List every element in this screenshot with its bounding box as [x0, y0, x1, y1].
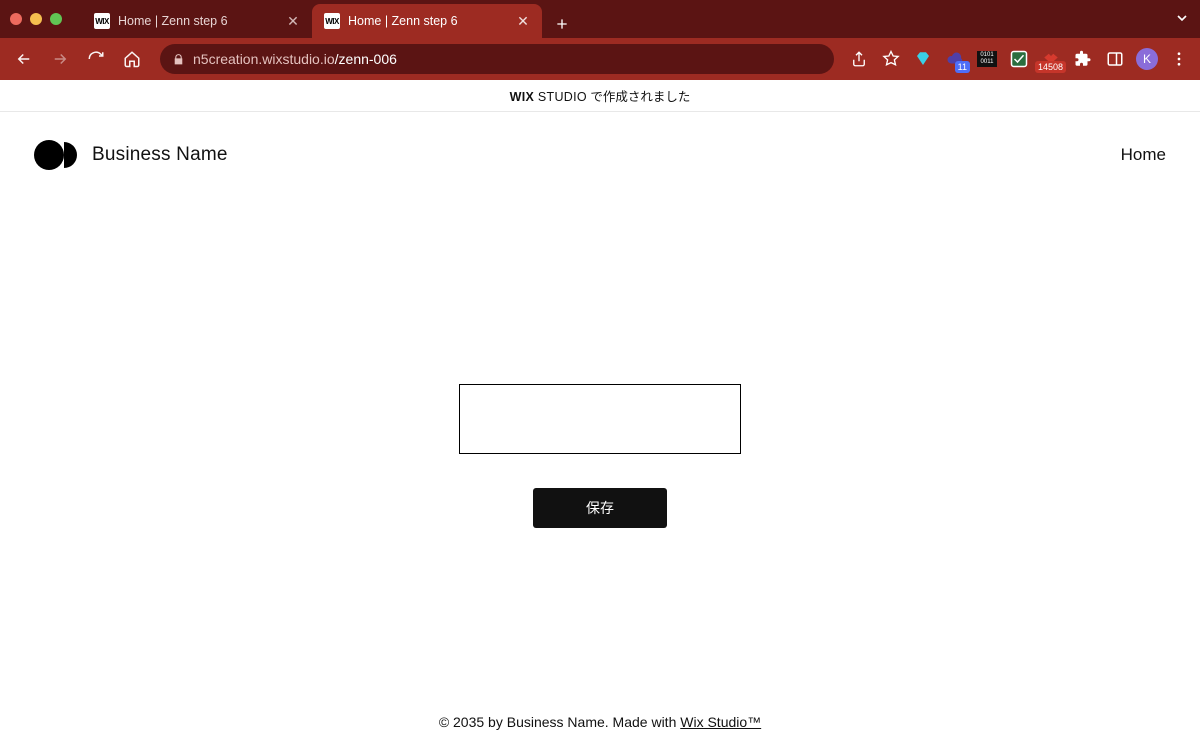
nav-home-link[interactable]: Home: [1121, 145, 1166, 165]
lock-icon: [172, 53, 185, 66]
tab-title: Home | Zenn step 6: [118, 14, 278, 28]
toolbar-right: 11 01010011 14508 K: [848, 48, 1190, 70]
wix-studio-link[interactable]: Wix Studio™: [680, 714, 761, 730]
logo-icon: [34, 140, 78, 170]
window-zoom-icon[interactable]: [50, 13, 62, 25]
sidepanel-icon[interactable]: [1104, 48, 1126, 70]
tab-title: Home | Zenn step 6: [348, 14, 508, 28]
extension-badge: 14508: [1035, 61, 1066, 73]
wix-favicon-icon: WIX: [94, 13, 110, 29]
bookmark-star-icon[interactable]: [880, 48, 902, 70]
home-button[interactable]: [118, 45, 146, 73]
back-button[interactable]: [10, 45, 38, 73]
brand-studio: STUDIO: [534, 90, 587, 104]
kebab-menu-icon[interactable]: [1168, 48, 1190, 70]
window-controls: [10, 13, 62, 25]
tab-active[interactable]: WIX Home | Zenn step 6 ✕: [312, 4, 542, 38]
diamond-extension-icon[interactable]: [912, 48, 934, 70]
checkmark-extension-icon[interactable]: [1008, 48, 1030, 70]
footer-text: © 2035 by Business Name. Made with: [439, 714, 680, 730]
tab-inactive[interactable]: WIX Home | Zenn step 6 ✕: [82, 4, 312, 38]
browser-tab-strip: WIX Home | Zenn step 6 ✕ WIX Home | Zenn…: [0, 0, 1200, 38]
profile-avatar[interactable]: K: [1136, 48, 1158, 70]
binary-box: 01010011: [977, 51, 997, 67]
main-content: 保存: [0, 198, 1200, 714]
reload-button[interactable]: [82, 45, 110, 73]
address-bar[interactable]: n5creation.wixstudio.io/zenn-006: [160, 44, 834, 74]
binary-extension-icon[interactable]: 01010011: [976, 48, 998, 70]
logo-area[interactable]: Business Name: [34, 140, 228, 170]
extension-badge: 11: [955, 61, 970, 73]
forward-button[interactable]: [46, 45, 74, 73]
url-path: /zenn-006: [335, 51, 397, 67]
window-close-icon[interactable]: [10, 13, 22, 25]
banner-text: WIX STUDIO で作成されました: [510, 86, 691, 105]
brand-wix: WIX: [510, 90, 535, 104]
text-input[interactable]: [459, 384, 741, 454]
tabs-container: WIX Home | Zenn step 6 ✕ WIX Home | Zenn…: [82, 0, 576, 38]
share-icon[interactable]: [848, 48, 870, 70]
wix-favicon-icon: WIX: [324, 13, 340, 29]
business-name: Business Name: [92, 144, 228, 166]
cloud-extension-icon[interactable]: 11: [944, 48, 966, 70]
browser-toolbar: n5creation.wixstudio.io/zenn-006 11 0101…: [0, 38, 1200, 80]
close-icon[interactable]: ✕: [516, 14, 530, 28]
wix-studio-banner: WIX STUDIO で作成されました: [0, 80, 1200, 112]
site-header: Business Name Home: [0, 112, 1200, 198]
site-footer: © 2035 by Business Name. Made with Wix S…: [0, 714, 1200, 744]
red-extension-icon[interactable]: 14508: [1040, 48, 1062, 70]
url-text: n5creation.wixstudio.io/zenn-006: [193, 51, 397, 67]
extensions-puzzle-icon[interactable]: [1072, 48, 1094, 70]
save-button[interactable]: 保存: [533, 488, 667, 528]
banner-suffix: で作成されました: [587, 90, 690, 104]
new-tab-button[interactable]: [548, 10, 576, 38]
close-icon[interactable]: ✕: [286, 14, 300, 28]
page-viewport: WIX STUDIO で作成されました Business Name Home 保…: [0, 80, 1200, 744]
url-host: n5creation.wixstudio.io: [193, 51, 335, 67]
chevron-down-icon[interactable]: [1174, 10, 1190, 29]
window-minimize-icon[interactable]: [30, 13, 42, 25]
